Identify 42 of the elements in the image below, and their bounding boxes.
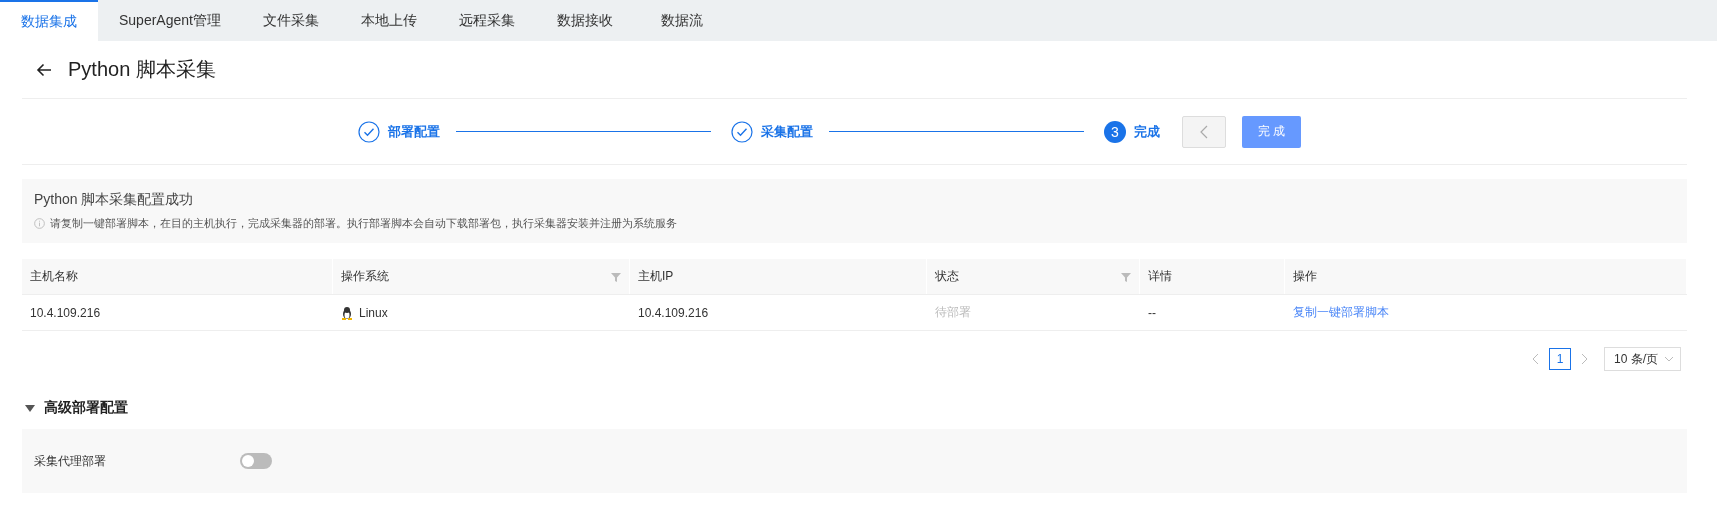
nav-tab[interactable]: 文件采集 <box>241 0 340 41</box>
chevron-down-icon <box>1664 356 1674 362</box>
page-size-select[interactable]: 10 条/页 <box>1604 347 1681 371</box>
step-label: 采集配置 <box>761 122 813 141</box>
page-size-value: 10 条/页 <box>1614 350 1658 368</box>
nav-tab[interactable]: 数据集成 <box>0 0 98 41</box>
column-title: 主机IP <box>638 268 674 285</box>
nav-tab[interactable]: 远程采集 <box>437 0 536 41</box>
filter-icon[interactable] <box>611 271 621 282</box>
step-label: 完成 <box>1134 122 1160 141</box>
table-cell: 10.4.109.216 <box>638 305 709 320</box>
toggle-switch[interactable] <box>240 453 272 469</box>
copy-script-link[interactable]: 复制一键部署脚本 <box>1293 304 1389 321</box>
notice-title: Python 脚本采集配置成功 <box>34 191 195 209</box>
table-cell: 10.4.109.216 <box>30 305 101 320</box>
page-button[interactable]: 1 <box>1549 348 1571 370</box>
filter-icon[interactable] <box>1121 271 1131 282</box>
nav-tab[interactable]: SuperAgent管理 <box>98 0 242 41</box>
caret-icon[interactable] <box>25 404 35 412</box>
step-label: 部署配置 <box>388 122 440 141</box>
info-icon <box>34 218 45 229</box>
notice-text: 请复制一键部署脚本，在目的主机执行，完成采集器的部署。执行部署脚本会自动下载部署包，执行采集器安装并注册为系统服务 <box>50 216 677 231</box>
field-label: 采集代理部署 <box>34 452 107 470</box>
chevron-left-icon <box>1200 124 1208 139</box>
page-title: Python 脚本采集 <box>68 57 216 82</box>
penguin-icon <box>341 305 353 320</box>
column-title: 操作系统 <box>341 268 389 285</box>
column-title: 状态 <box>935 268 959 285</box>
nav-tab[interactable]: 数据流 <box>633 0 730 41</box>
nav-tab[interactable]: 数据接收 <box>535 0 634 41</box>
chevron-left-icon[interactable] <box>1532 353 1539 365</box>
back-arrow-icon[interactable] <box>36 62 52 77</box>
column-title: 主机名称 <box>30 268 78 285</box>
nav-tab[interactable]: 本地上传 <box>339 0 438 41</box>
column-title: 操作 <box>1293 268 1317 285</box>
column-title: 详情 <box>1148 268 1172 285</box>
table-cell: -- <box>1148 305 1156 320</box>
section-title: 高级部署配置 <box>44 399 128 417</box>
table-cell: 待部署 <box>935 304 971 321</box>
chevron-right-icon[interactable] <box>1581 353 1588 365</box>
step-number: 3 <box>1104 120 1126 143</box>
table-cell: Linux <box>359 305 388 320</box>
